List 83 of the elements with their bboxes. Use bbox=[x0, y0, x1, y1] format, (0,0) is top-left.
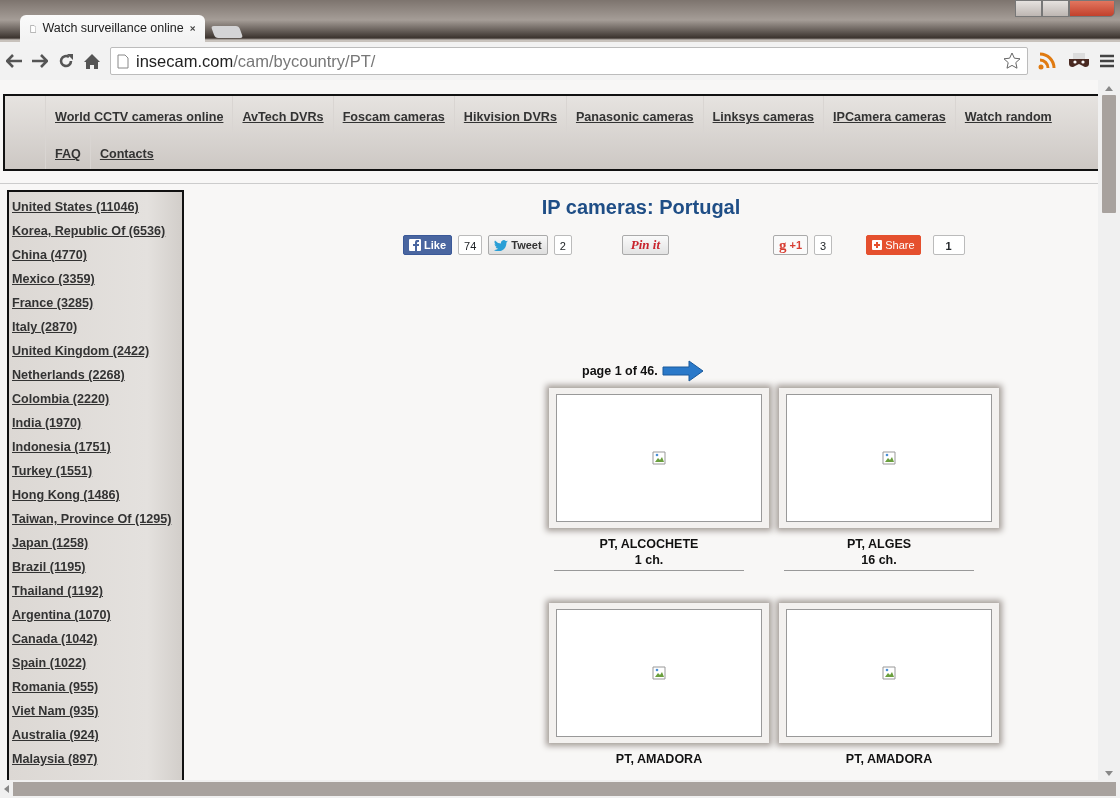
camera-thumbnail[interactable] bbox=[779, 388, 999, 528]
close-icon[interactable] bbox=[189, 24, 195, 33]
camera-thumbnail[interactable] bbox=[779, 603, 999, 743]
plus-icon bbox=[872, 240, 883, 250]
bird-icon bbox=[494, 239, 509, 251]
next-arrow-icon[interactable] bbox=[661, 360, 704, 382]
country-link[interactable]: Taiwan, Province Of (1295) bbox=[12, 510, 179, 534]
country-link[interactable]: Japan (1258) bbox=[12, 534, 179, 558]
country-link[interactable]: Argentina (1070) bbox=[12, 606, 179, 630]
country-link[interactable]: India (1970) bbox=[12, 414, 179, 438]
country-link[interactable]: Malaysia (897) bbox=[12, 750, 179, 774]
broken-image-icon bbox=[652, 666, 666, 680]
facebook-icon bbox=[409, 239, 421, 251]
address-bar[interactable]: insecam.com/cam/bycountry/PT/ bbox=[110, 47, 1028, 75]
camera-location: PT, ALCOCHETE bbox=[598, 536, 700, 552]
like-button[interactable]: Like bbox=[403, 235, 452, 255]
nav-link[interactable]: FAQ bbox=[45, 133, 90, 169]
reload-icon[interactable] bbox=[58, 53, 74, 69]
nav-link[interactable]: Linksys cameras bbox=[702, 96, 824, 133]
country-link[interactable]: Italy (2870) bbox=[12, 318, 179, 342]
minimize-button[interactable] bbox=[1015, 0, 1042, 17]
share-count: 2 bbox=[553, 235, 572, 255]
nav-link[interactable]: AvTech DVRs bbox=[232, 96, 333, 133]
scrollbar-thumb[interactable] bbox=[1102, 95, 1116, 213]
home-icon[interactable] bbox=[84, 53, 100, 69]
scroll-up-icon[interactable] bbox=[1105, 86, 1113, 91]
star-icon[interactable] bbox=[1003, 52, 1021, 70]
camera-location: PT, ALGES bbox=[845, 536, 913, 552]
country-link[interactable]: Colombia (2220) bbox=[12, 390, 179, 414]
menu-icon[interactable] bbox=[1100, 54, 1114, 68]
country-link[interactable]: Turkey (1551) bbox=[12, 462, 179, 486]
share-count: 1 bbox=[932, 235, 965, 255]
country-link[interactable]: Brazil (1195) bbox=[12, 558, 179, 582]
country-link[interactable]: United States (11046) bbox=[12, 198, 179, 222]
share-count: 3 bbox=[814, 235, 833, 255]
nav-link[interactable]: Hikvision DVRs bbox=[453, 96, 566, 133]
scroll-down-icon[interactable] bbox=[1105, 771, 1113, 776]
country-link[interactable]: Indonesia (1751) bbox=[12, 438, 179, 462]
camera-location: PT, AMADORA bbox=[614, 751, 704, 767]
country-link[interactable]: Hong Kong (1486) bbox=[12, 486, 179, 510]
country-link[interactable]: Netherlands (2268) bbox=[12, 366, 179, 390]
browser-tab[interactable]: Watch surveillance online bbox=[20, 15, 205, 42]
country-link[interactable]: Thailand (1192) bbox=[12, 582, 179, 606]
maximize-button[interactable] bbox=[1042, 0, 1069, 17]
country-link[interactable]: Spain (1022) bbox=[12, 654, 179, 678]
country-link[interactable]: Mexico (3359) bbox=[12, 270, 179, 294]
camera-thumbnail[interactable] bbox=[549, 388, 769, 528]
scroll-left-icon[interactable] bbox=[4, 785, 9, 793]
nav-link[interactable]: Panasonic cameras bbox=[565, 96, 703, 133]
page-icon bbox=[117, 53, 129, 69]
country-link[interactable]: Australia (924) bbox=[12, 726, 179, 750]
country-link[interactable]: Viet Nam (935) bbox=[12, 702, 179, 726]
forward-icon[interactable] bbox=[32, 54, 48, 68]
share-count: 74 bbox=[458, 235, 483, 255]
camera-thumbnail[interactable] bbox=[549, 603, 769, 743]
nav-link[interactable]: Watch random bbox=[954, 96, 1061, 133]
nav-link[interactable]: Contacts bbox=[89, 133, 163, 169]
share-button[interactable]: Share bbox=[866, 235, 921, 255]
back-icon[interactable] bbox=[6, 54, 22, 68]
nav-link[interactable]: World CCTV cameras online bbox=[45, 96, 233, 133]
broken-image-icon bbox=[882, 666, 896, 680]
country-link[interactable]: China (4770) bbox=[12, 246, 179, 270]
nav-link[interactable]: Foscam cameras bbox=[332, 96, 454, 133]
broken-image-icon bbox=[882, 451, 896, 465]
channel-count: 1 ch. bbox=[633, 552, 665, 568]
scrollbar-thumb[interactable] bbox=[13, 782, 1116, 796]
nav-link[interactable]: IPCamera cameras bbox=[823, 96, 955, 133]
country-link[interactable]: France (3285) bbox=[12, 294, 179, 318]
plus-one-button[interactable]: g +1 bbox=[773, 235, 809, 255]
page-title: IP cameras: Portugal bbox=[540, 195, 742, 220]
country-link[interactable]: Romania (955) bbox=[12, 678, 179, 702]
pin-it-button[interactable]: Pin it bbox=[621, 235, 669, 255]
tweet-button[interactable]: Tweet bbox=[488, 235, 548, 255]
channel-count: 16 ch. bbox=[860, 552, 898, 568]
page-count: page 1 of 46. bbox=[582, 362, 658, 380]
mask-icon[interactable] bbox=[1068, 53, 1090, 69]
camera-location: PT, AMADORA bbox=[844, 751, 934, 767]
country-link[interactable]: Canada (1042) bbox=[12, 630, 179, 654]
rss-icon[interactable] bbox=[1038, 52, 1058, 70]
new-tab-button[interactable] bbox=[210, 26, 244, 38]
broken-image-icon bbox=[652, 451, 666, 465]
country-link[interactable]: Korea, Republic Of (6536) bbox=[12, 222, 179, 246]
country-link[interactable]: United Kingdom (2422) bbox=[12, 342, 179, 366]
